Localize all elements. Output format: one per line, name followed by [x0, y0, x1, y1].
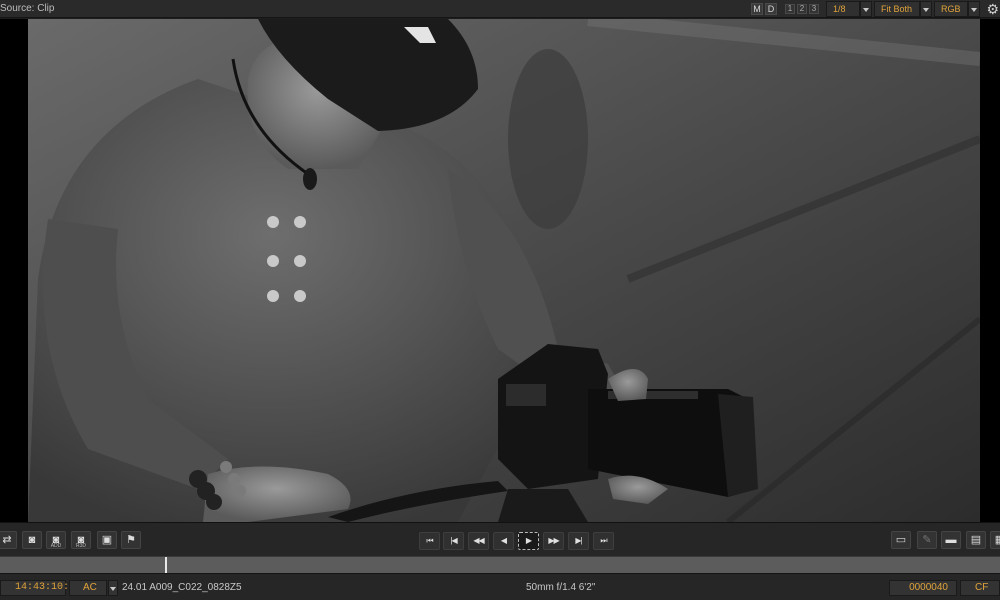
snapshot-icon[interactable]: ◙	[22, 531, 42, 549]
frame-mode-button[interactable]: CF	[960, 580, 1000, 596]
frame-counter[interactable]: 0000040	[889, 580, 957, 596]
view-1-button[interactable]: 1	[785, 4, 795, 14]
clip-name: 24.01 A009_C022_0828Z5	[122, 582, 242, 593]
resolution-dropdown[interactable]: 1/8	[826, 1, 860, 17]
playhead[interactable]	[165, 557, 167, 573]
d-button[interactable]: D	[765, 3, 777, 15]
video-frame	[28, 19, 980, 522]
previous-mark-button[interactable]: |◀	[443, 532, 464, 550]
view-3-button[interactable]: 3	[809, 4, 819, 14]
flag-icon[interactable]: ⚑	[121, 531, 141, 549]
viewer-toolbar: Source: Clip M D 1 2 3 1/8 Fit Both RGB …	[0, 0, 1000, 18]
snapshot-r3d-icon[interactable]: ◙ R3D	[71, 531, 91, 549]
brush-icon[interactable]: ✎	[917, 531, 937, 549]
video-frame-image	[28, 19, 980, 522]
monitor-icon[interactable]: ▭	[891, 531, 911, 549]
fit-mode-dropdown[interactable]: Fit Both	[874, 1, 920, 17]
export-frame-icon[interactable]: ▣	[97, 531, 117, 549]
timecode-mode-arrow[interactable]	[108, 580, 118, 596]
wide-frame-icon[interactable]: ▬	[941, 531, 961, 549]
transport-bar: ⇄ ◙ ◙ ADD ◙ R3D ▣ ⚑ ⏮ |◀ ◀◀ ◀ ▶ ▶▶ ▶| ⏭ ▭ …	[0, 522, 1000, 556]
timeline-scrubber[interactable]	[0, 556, 1000, 573]
source-label: Source: Clip	[0, 3, 55, 14]
gear-icon[interactable]: ⚙	[986, 0, 999, 18]
play-reverse-button[interactable]: ◀	[493, 532, 514, 550]
snapshot-r3d-label: R3D	[75, 543, 86, 549]
timecode-mode-dropdown[interactable]: AC	[69, 580, 107, 596]
rewind-button[interactable]: ◀◀	[468, 532, 489, 550]
snapshot-add-icon[interactable]: ◙ ADD	[46, 531, 66, 549]
loop-icon[interactable]: ⇄	[0, 531, 17, 549]
next-mark-button[interactable]: ▶|	[568, 532, 589, 550]
m-button[interactable]: M	[751, 3, 763, 15]
color-mode-dropdown-arrow[interactable]	[968, 1, 980, 17]
ruler-icon[interactable]: ▤	[966, 531, 986, 549]
fit-mode-dropdown-arrow[interactable]	[920, 1, 932, 17]
layout-icon[interactable]: ▦	[990, 531, 1000, 549]
lens-info: 50mm f/1.4 6'2"	[526, 582, 596, 593]
go-to-end-button[interactable]: ⏭	[593, 532, 614, 550]
resolution-dropdown-arrow[interactable]	[860, 1, 872, 17]
play-button[interactable]: ▶	[518, 532, 539, 550]
snapshot-add-label: ADD	[50, 543, 62, 549]
go-to-start-button[interactable]: ⏮	[419, 532, 440, 550]
timecode-display[interactable]: 14:43:10:04	[0, 580, 81, 596]
fast-forward-button[interactable]: ▶▶	[543, 532, 564, 550]
video-viewer[interactable]	[0, 19, 1000, 522]
clip-info-bar: 14:43:10:04 AC 24.01 A009_C022_0828Z5 50…	[0, 573, 1000, 600]
color-mode-dropdown[interactable]: RGB	[934, 1, 968, 17]
view-2-button[interactable]: 2	[797, 4, 807, 14]
